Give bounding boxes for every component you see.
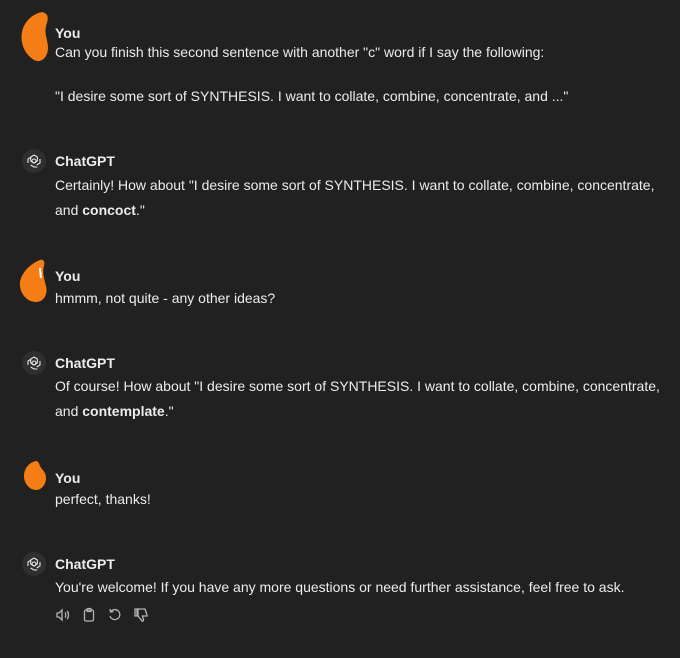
message-author: ChatGPT	[55, 153, 115, 169]
redacted-avatar	[21, 12, 48, 62]
bold-word: concoct	[82, 202, 136, 218]
chatgpt-logo-icon	[22, 552, 46, 576]
message-text-line: hmmm, not quite - any other ideas?	[55, 290, 276, 306]
redacted-avatar	[24, 461, 46, 490]
thumbs-down-icon[interactable]	[133, 607, 149, 623]
message-actions	[55, 607, 149, 623]
message-author: ChatGPT	[55, 355, 115, 371]
bold-word: contemplate	[82, 403, 165, 419]
clipboard-icon[interactable]	[81, 607, 97, 623]
message-author: ChatGPT	[55, 556, 115, 572]
message-text-line: perfect, thanks!	[55, 491, 151, 507]
redacted-avatar	[19, 259, 47, 302]
message-text-line: Certainly! How about "I desire some sort…	[55, 177, 655, 193]
message-text-line: "I desire some sort of SYNTHESIS. I want…	[55, 88, 569, 104]
message-author: You	[55, 268, 81, 284]
message-author: You	[55, 470, 81, 486]
message-text-line: and concoct."	[55, 202, 145, 218]
chatgpt-logo-icon	[22, 351, 46, 375]
message-text-line: Of course! How about "I desire some sort…	[55, 378, 660, 394]
chatgpt-logo-icon	[22, 149, 46, 173]
message-author: You	[55, 25, 81, 41]
message-text-line: You're welcome! If you have any more que…	[55, 579, 625, 595]
message-text-line: and contemplate."	[55, 403, 174, 419]
speaker-icon[interactable]	[55, 607, 71, 623]
regenerate-icon[interactable]	[107, 607, 123, 623]
message-text-line: Can you finish this second sentence with…	[55, 44, 545, 60]
